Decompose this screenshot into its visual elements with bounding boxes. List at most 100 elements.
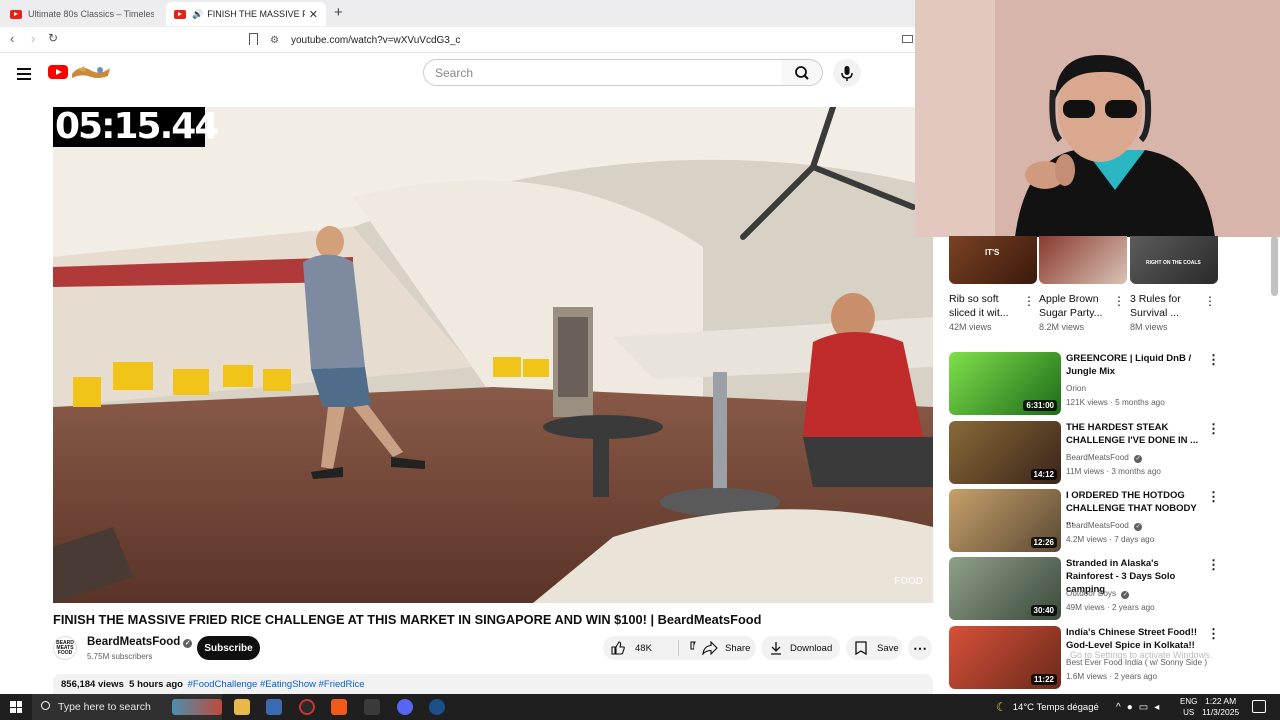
- recommended-video[interactable]: 6:31:00 GREENCORE | Liquid DnB / Jungle …: [949, 352, 1229, 416]
- microphone-icon[interactable]: ●: [1127, 702, 1139, 713]
- channel-name-row[interactable]: BeardMeatsFood ✓: [87, 636, 193, 648]
- channel-avatar[interactable]: BEARD MEATS FOOD: [53, 636, 77, 660]
- channel-name[interactable]: Orion: [1066, 384, 1086, 393]
- save-label: Save: [877, 642, 899, 654]
- hamburger-menu-icon[interactable]: [17, 68, 31, 83]
- channel-name[interactable]: BeardMeatsFood: [87, 636, 180, 648]
- short-card[interactable]: RIGHT ON THE COALS 3 Rules for Survival …: [1130, 236, 1218, 332]
- more-options-icon[interactable]: ⋮: [1207, 557, 1220, 573]
- system-clock[interactable]: 1:22 AM 11/3/2025: [1202, 696, 1239, 718]
- share-button[interactable]: Share: [694, 636, 756, 660]
- short-card[interactable]: Apple Brown Sugar Party... 8.2M views ⋮: [1039, 236, 1127, 332]
- short-thumb-text: RIGHT ON THE COALS: [1146, 260, 1201, 266]
- short-title[interactable]: Apple Brown Sugar Party...: [1039, 292, 1111, 320]
- tray-expand-icon[interactable]: ^: [1116, 702, 1127, 713]
- video-duration: 14:12: [1030, 469, 1057, 480]
- timer-overlay: 05:15.44: [53, 107, 219, 147]
- obs-icon[interactable]: [299, 699, 315, 715]
- more-options-icon[interactable]: ⋮: [1207, 352, 1220, 368]
- file-explorer-icon[interactable]: [234, 699, 250, 715]
- recommended-video[interactable]: 30:40 Stranded in Alaska's Rainforest - …: [949, 557, 1229, 621]
- short-views: 8.2M views: [1039, 322, 1085, 332]
- channel-name[interactable]: Outdoor Boys ✓: [1066, 589, 1130, 599]
- close-tab-icon[interactable]: ✕: [309, 8, 318, 21]
- volume-icon[interactable]: ◂: [1154, 702, 1165, 713]
- channel-label: Outdoor Boys: [1066, 589, 1117, 598]
- system-tray-icons[interactable]: ^ ● ▭ ◂: [1116, 694, 1165, 720]
- steam-icon[interactable]: [429, 699, 445, 715]
- download-label: Download: [790, 642, 833, 654]
- sidebar-scrollbar[interactable]: [1271, 236, 1278, 296]
- verified-icon: ✓: [183, 639, 193, 648]
- notification-icon[interactable]: [1252, 700, 1266, 713]
- back-icon[interactable]: ‹: [10, 31, 14, 46]
- more-actions-icon[interactable]: ⋯: [908, 636, 932, 660]
- browser-tab[interactable]: Ultimate 80s Classics – Timeless Icon: [2, 2, 162, 26]
- video-title[interactable]: India's Chinese Street Food!! God-Level …: [1066, 626, 1204, 652]
- weather-text: 14°C Temps dégagé: [1012, 701, 1099, 713]
- new-tab-icon[interactable]: +: [334, 4, 343, 21]
- video-thumbnail[interactable]: 11:22: [949, 626, 1061, 689]
- subscribe-button[interactable]: Subscribe: [197, 636, 260, 660]
- video-title[interactable]: THE HARDEST STEAK CHALLENGE I'VE DONE IN…: [1066, 421, 1204, 447]
- channel-label: BeardMeatsFood: [1066, 521, 1129, 530]
- like-button[interactable]: 48K: [603, 640, 679, 656]
- brave-browser-icon[interactable]: [331, 699, 347, 715]
- network-icon[interactable]: ▭: [1139, 702, 1154, 713]
- more-options-icon[interactable]: ⋮: [1023, 294, 1035, 308]
- search-input[interactable]: Search: [423, 59, 782, 86]
- taskbar-search-highlight-icon[interactable]: [172, 699, 222, 715]
- windows-taskbar: Type here to search ☾ 14°C Temps dégagé …: [0, 694, 1280, 720]
- voice-search-button[interactable]: [833, 59, 861, 87]
- short-thumbnail[interactable]: [1039, 236, 1127, 284]
- more-options-icon[interactable]: ⋮: [1207, 489, 1220, 505]
- weather-widget[interactable]: ☾ 14°C Temps dégagé: [996, 694, 1099, 720]
- video-thumbnail[interactable]: 14:12: [949, 421, 1061, 484]
- bookmark-icon[interactable]: [249, 33, 258, 45]
- youtube-logo-icon[interactable]: [48, 65, 68, 79]
- url-field[interactable]: ⚙ youtube.com/watch?v=wXVuVcdG3_c: [270, 30, 910, 50]
- short-thumbnail[interactable]: RIGHT ON THE COALS: [1130, 236, 1218, 284]
- windows-start-icon[interactable]: [10, 701, 22, 713]
- taskbar-search-placeholder: Type here to search: [58, 701, 151, 713]
- more-options-icon[interactable]: ⋮: [1204, 294, 1216, 308]
- channel-name[interactable]: BeardMeatsFood ✓: [1066, 521, 1143, 531]
- recommended-video[interactable]: 14:12 THE HARDEST STEAK CHALLENGE I'VE D…: [949, 421, 1229, 485]
- forward-icon[interactable]: ›: [31, 31, 35, 46]
- video-thumbnail[interactable]: 30:40: [949, 557, 1061, 620]
- browser-tab-active[interactable]: 🔊 FINISH THE MASSIVE FRIED R ✕: [166, 2, 326, 26]
- more-options-icon[interactable]: ⋮: [1207, 421, 1220, 437]
- more-options-icon[interactable]: ⋮: [1207, 626, 1220, 642]
- shorts-shelf: IT'S Rib so soft sliced it wit... 42M vi…: [949, 236, 1221, 336]
- short-title[interactable]: 3 Rules for Survival ...: [1130, 292, 1202, 320]
- speaker-icon[interactable]: 🔊: [192, 9, 203, 20]
- search-icon: [41, 701, 50, 710]
- hashtags[interactable]: #FoodChallenge #EatingShow #FriedRice: [188, 679, 365, 690]
- video-thumbnail[interactable]: 12:26: [949, 489, 1061, 552]
- input-language[interactable]: ENG US: [1180, 696, 1197, 718]
- webcam-frame: [915, 0, 1280, 237]
- upload-age: 5 hours ago: [129, 679, 183, 690]
- video-meta: 4.2M views · 7 days ago: [1066, 535, 1155, 544]
- recommended-video[interactable]: 12:26 I ORDERED THE HOTDOG CHALLENGE THA…: [949, 489, 1229, 553]
- screen-icon[interactable]: [902, 35, 913, 43]
- description-box[interactable]: 856,184 views 5 hours ago #FoodChallenge…: [53, 674, 933, 694]
- short-thumbnail[interactable]: IT'S: [949, 236, 1037, 284]
- short-card[interactable]: IT'S Rib so soft sliced it wit... 42M vi…: [949, 236, 1037, 332]
- short-title[interactable]: Rib so soft sliced it wit...: [949, 292, 1021, 320]
- tab-title: Ultimate 80s Classics – Timeless Icon: [28, 9, 154, 19]
- search-button[interactable]: [781, 59, 823, 86]
- discord-icon[interactable]: [397, 699, 413, 715]
- video-player[interactable]: 05:15.44 FOOD: [53, 107, 933, 603]
- download-button[interactable]: Download: [761, 636, 840, 660]
- video-thumbnail[interactable]: 6:31:00: [949, 352, 1061, 415]
- site-info-icon[interactable]: ⚙: [270, 35, 279, 46]
- youtube-doodle-icon[interactable]: [70, 62, 112, 82]
- calculator-icon[interactable]: [266, 699, 282, 715]
- save-button[interactable]: Save: [846, 636, 902, 660]
- video-title[interactable]: GREENCORE | Liquid DnB / Jungle Mix: [1066, 352, 1204, 378]
- app-icon[interactable]: [364, 699, 380, 715]
- reload-icon[interactable]: ↻: [48, 31, 58, 45]
- channel-name[interactable]: BeardMeatsFood ✓: [1066, 453, 1143, 463]
- more-options-icon[interactable]: ⋮: [1113, 294, 1125, 308]
